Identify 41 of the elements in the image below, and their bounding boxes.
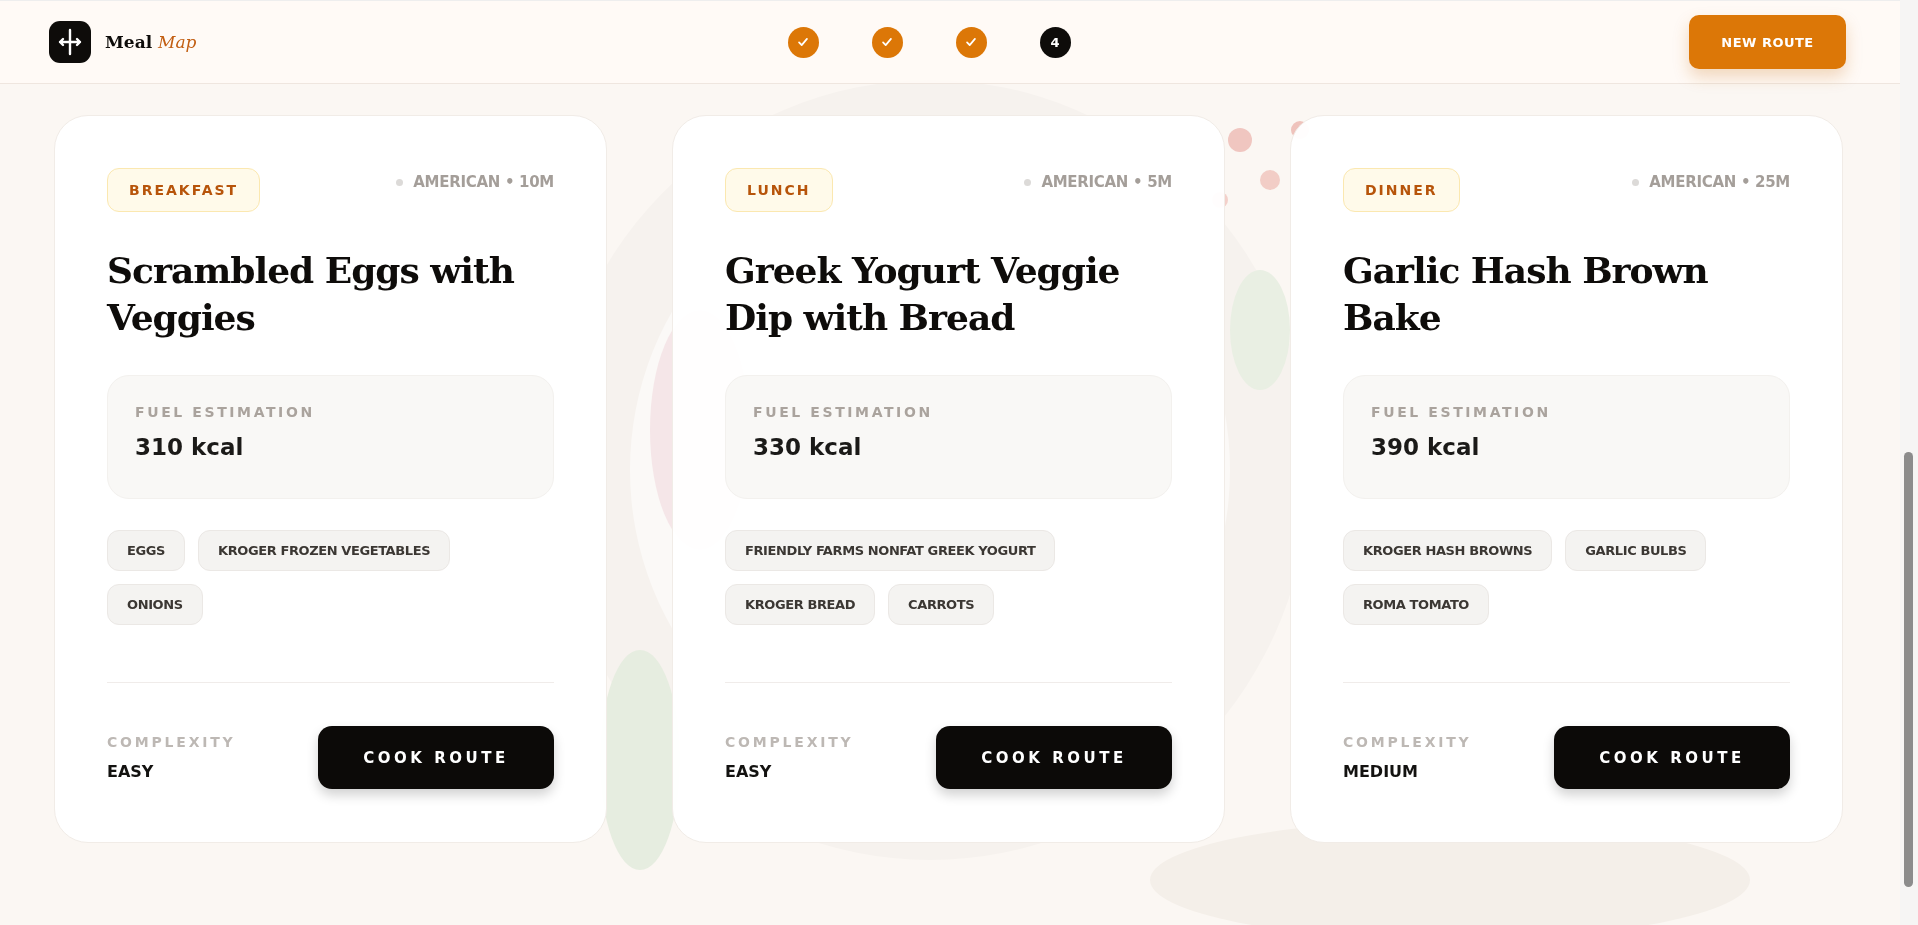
cook-route-button[interactable]: COOK ROUTE: [318, 726, 554, 789]
scrollbar-thumb[interactable]: [1904, 452, 1913, 887]
brand-name: Meal Map: [105, 32, 197, 52]
recipe-title: Scrambled Eggs with Veggies: [107, 248, 515, 340]
complexity-value: MEDIUM: [1343, 762, 1419, 781]
ingredient-chip: KROGER HASH BROWNS: [1343, 530, 1553, 571]
ingredient-chip: CARROTS: [888, 584, 995, 625]
complexity-label: COMPLEXITY: [1343, 734, 1472, 750]
complexity-value: EASY: [725, 762, 773, 781]
meal-tag: LUNCH: [725, 168, 833, 212]
meal-tag: BREAKFAST: [107, 168, 261, 212]
fuel-value: 330 kcal: [753, 434, 863, 460]
meal-tag: DINNER: [1343, 168, 1460, 212]
cuisine-time: AMERICAN • 25M: [1649, 173, 1790, 191]
cook-route-button[interactable]: COOK ROUTE: [936, 726, 1172, 789]
ingredient-chip: EGGS: [107, 530, 185, 571]
recipe-title: Greek Yogurt Veggie Dip with Bread: [725, 248, 1121, 340]
complexity-label: COMPLEXITY: [107, 734, 236, 750]
cuisine-time: AMERICAN • 5M: [1041, 173, 1172, 191]
current-step: 4: [1039, 26, 1071, 58]
recipe-title: Garlic Hash Brown Bake: [1343, 248, 1709, 340]
cook-route-button[interactable]: COOK ROUTE: [1554, 726, 1790, 789]
fuel-value: 390 kcal: [1371, 434, 1481, 460]
fuel-label: FUEL ESTIMATION: [1371, 404, 1552, 420]
ingredient-chip: ROMA TOMATO: [1343, 584, 1489, 625]
ingredient-chip: KROGER BREAD: [725, 584, 876, 625]
complexity-label: COMPLEXITY: [725, 734, 854, 750]
fuel-value: 310 kcal: [135, 434, 245, 460]
ingredient-chip: KROGER FROZEN VEGETABLES: [198, 530, 451, 571]
ingredient-chip: GARLIC BULBS: [1565, 530, 1707, 571]
cuisine-time: AMERICAN • 10M: [413, 173, 554, 191]
fuel-label: FUEL ESTIMATION: [753, 404, 934, 420]
fuel-label: FUEL ESTIMATION: [135, 404, 316, 420]
dot-icon: [396, 178, 404, 186]
ingredient-chip: ONIONS: [107, 584, 203, 625]
dot-icon: [1632, 178, 1640, 186]
complexity-value: EASY: [107, 762, 155, 781]
dot-icon: [1024, 178, 1032, 186]
ingredient-chip: FRIENDLY FARMS NONFAT GREEK YOGURT: [725, 530, 1056, 571]
arrows-logo-icon: [49, 21, 91, 63]
scrollbar[interactable]: [1900, 0, 1918, 925]
